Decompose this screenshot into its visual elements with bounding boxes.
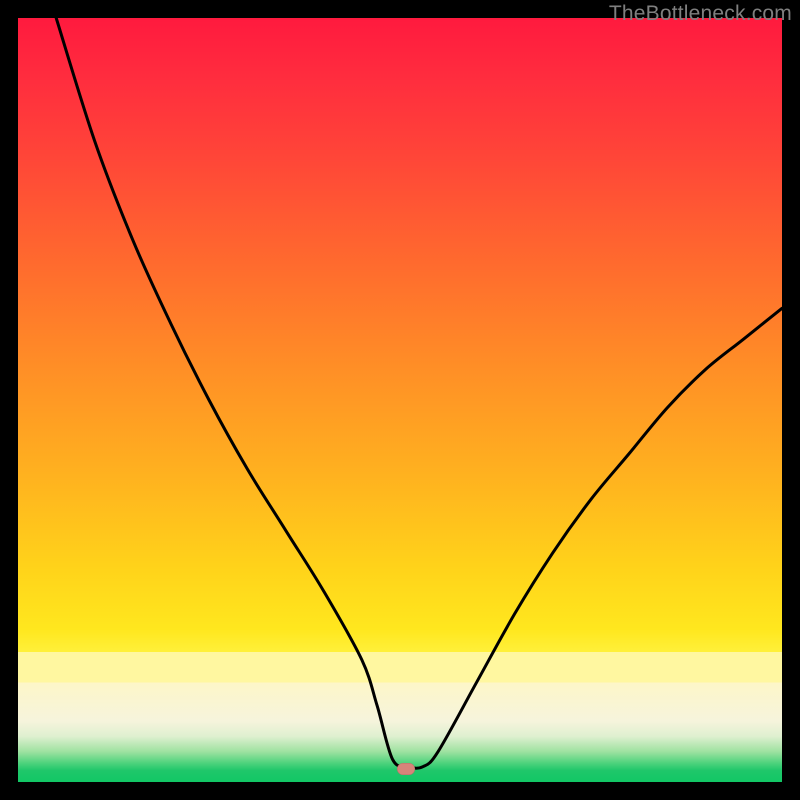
plot-area: [18, 18, 782, 782]
optimal-point-marker: [397, 763, 415, 775]
bottleneck-curve: [18, 18, 782, 782]
chart-frame: TheBottleneck.com: [0, 0, 800, 800]
watermark-text: TheBottleneck.com: [609, 2, 792, 26]
curve-path: [56, 18, 782, 768]
